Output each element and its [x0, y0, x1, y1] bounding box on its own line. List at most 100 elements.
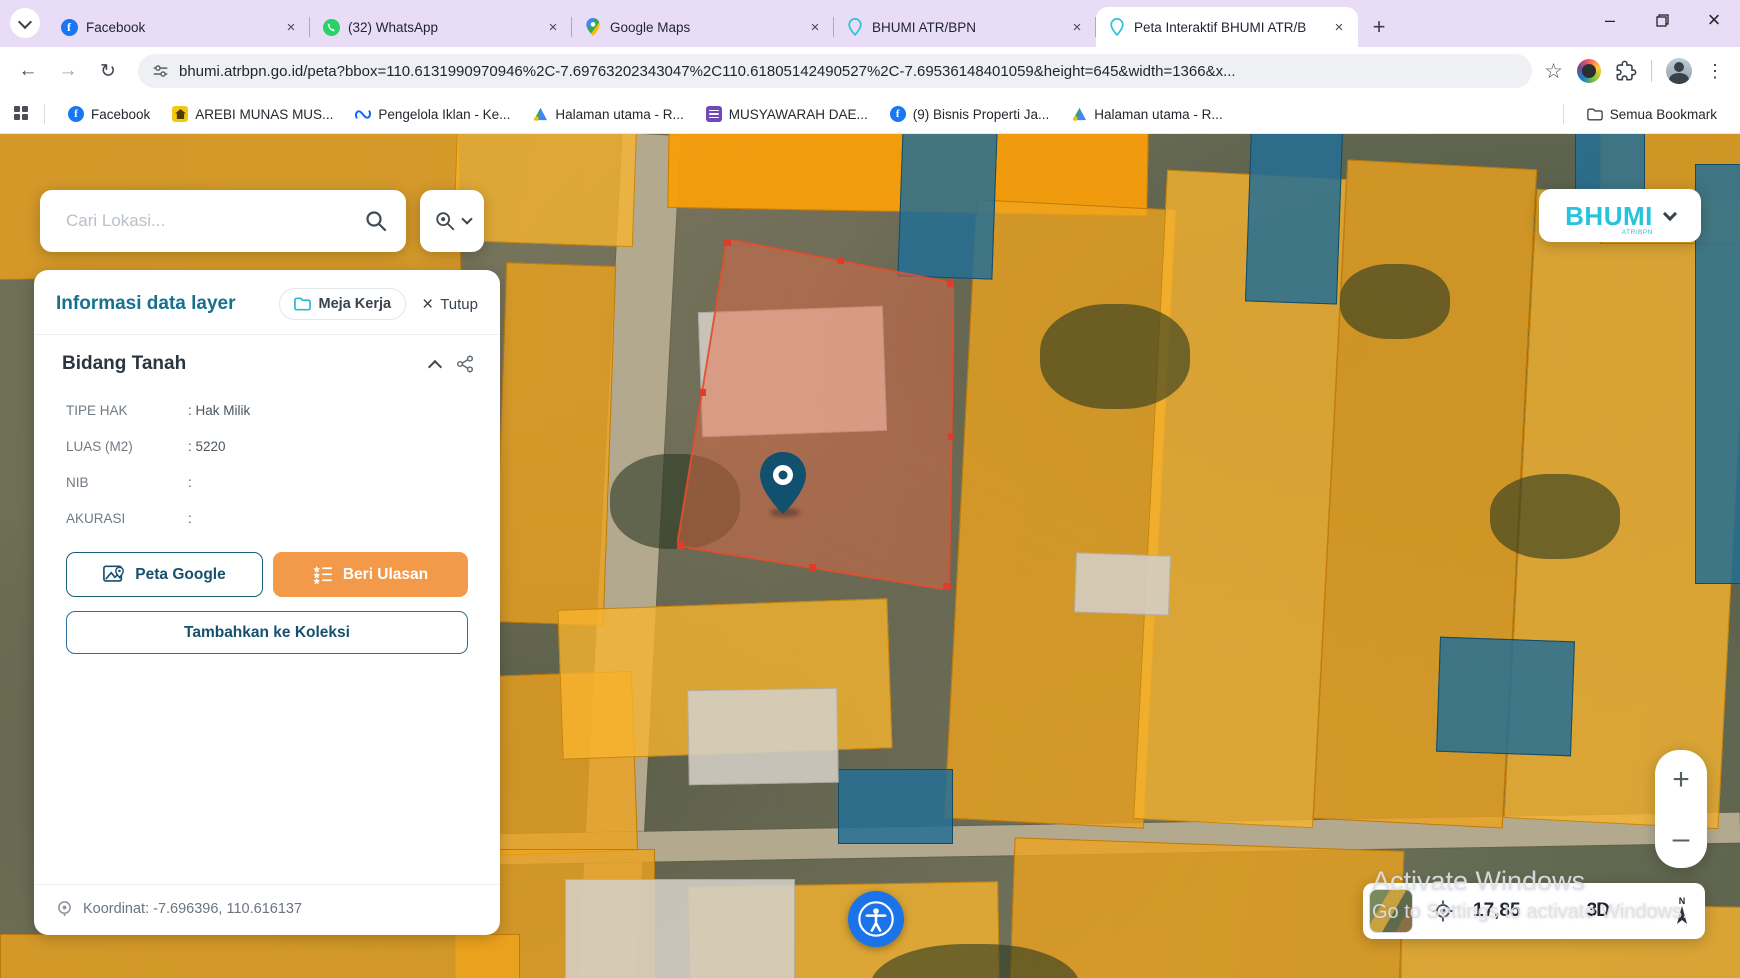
all-bookmarks-button[interactable]: Semua Bookmark: [1578, 102, 1726, 126]
map-parcel-orange[interactable]: [494, 262, 616, 626]
bookmark-facebook[interactable]: f Facebook: [59, 102, 159, 126]
coordinate-readout: Koordinat: -7.696396, 110.616137: [34, 885, 500, 935]
restore-button[interactable]: [1636, 0, 1688, 40]
bookmark-star-icon[interactable]: ☆: [1544, 59, 1563, 84]
bhumi-pin-icon: [846, 18, 864, 36]
bookmark-label: (9) Bisnis Properti Ja...: [913, 107, 1050, 122]
tutup-close-button[interactable]: × Tutup: [416, 295, 478, 314]
basemap-thumbnail[interactable]: [1369, 889, 1413, 933]
bookmark-pengelola-iklan[interactable]: Pengelola Iklan - Ke...: [346, 102, 519, 126]
bookmark-bisnis-properti[interactable]: f (9) Bisnis Properti Ja...: [881, 102, 1059, 126]
whatsapp-icon: [322, 18, 340, 36]
extensions-puzzle-icon[interactable]: [1615, 60, 1637, 82]
tab-label: Google Maps: [610, 20, 798, 35]
folder-icon: [1587, 106, 1603, 122]
tambah-koleksi-label: Tambahkan ke Koleksi: [184, 624, 350, 641]
map-parcel-orange[interactable]: [1006, 837, 1405, 978]
close-icon[interactable]: ×: [282, 18, 300, 36]
info-data-layer-panel: Informasi data layer Meja Kerja × Tutup …: [34, 270, 500, 935]
field-value: :: [188, 475, 192, 490]
facebook-icon: f: [68, 106, 84, 122]
zoom-in-button[interactable]: +: [1655, 750, 1707, 809]
close-window-button[interactable]: ×: [1688, 0, 1740, 40]
bookmark-musyawarah[interactable]: MUSYAWARAH DAE...: [697, 102, 877, 126]
tutup-label: Tutup: [440, 296, 478, 313]
tab-peta-interaktif-active[interactable]: Peta Interaktif BHUMI ATR/B ×: [1096, 7, 1358, 47]
tab-label: (32) WhatsApp: [348, 20, 536, 35]
close-icon[interactable]: ×: [1068, 18, 1086, 36]
map-parcel-blue[interactable]: [1245, 134, 1343, 305]
accessibility-person-icon: [856, 899, 896, 939]
map-building: [687, 688, 839, 786]
tab-google-maps[interactable]: Google Maps ×: [572, 7, 834, 47]
bhumi-logo-subtext: ATR/BPN: [1622, 230, 1653, 237]
browser-toolbar: ← → ↻ bhumi.atrbpn.go.id/peta?bbox=110.6…: [0, 47, 1740, 95]
address-bar[interactable]: bhumi.atrbpn.go.id/peta?bbox=110.6131990…: [138, 54, 1532, 88]
accessibility-button[interactable]: [848, 891, 904, 947]
forward-button[interactable]: →: [50, 53, 86, 89]
peta-google-button[interactable]: Peta Google: [66, 552, 263, 597]
zoom-out-button[interactable]: –: [1655, 809, 1707, 868]
tab-facebook[interactable]: f Facebook ×: [48, 7, 310, 47]
bhumi-pin-icon: [1108, 18, 1126, 36]
bookmark-halaman-utama-2[interactable]: Halaman utama - R...: [1062, 102, 1231, 126]
map-parcel-blue[interactable]: [1436, 637, 1575, 757]
extension-lens-icon[interactable]: [1577, 59, 1601, 83]
profile-avatar[interactable]: [1666, 58, 1692, 84]
tambahkan-ke-koleksi-button[interactable]: Tambahkan ke Koleksi: [66, 611, 468, 654]
facebook-icon: f: [60, 18, 78, 36]
collapse-chevron-icon[interactable]: [428, 359, 442, 373]
folder-icon: [294, 297, 311, 311]
map-vegetation: [1340, 264, 1450, 339]
tab-bar: f Facebook × (32) WhatsApp × Google Maps…: [0, 0, 1740, 47]
map-parcel-blue[interactable]: [838, 769, 953, 844]
google-maps-icon: [584, 18, 602, 36]
toolbar-right-icons: ☆ ⋮: [1544, 58, 1730, 84]
field-value: :: [188, 511, 192, 526]
window-controls: – ×: [1584, 0, 1740, 40]
chevron-down-icon[interactable]: [1663, 206, 1677, 220]
map-canvas[interactable]: Informasi data layer Meja Kerja × Tutup …: [0, 134, 1740, 978]
map-parcel-blue[interactable]: [1695, 164, 1740, 584]
bookmark-arebi[interactable]: AREBI MUNAS MUS...: [163, 102, 342, 126]
back-button[interactable]: ←: [10, 53, 46, 89]
advanced-search-button[interactable]: [420, 190, 484, 252]
locate-icon[interactable]: [1431, 899, 1455, 923]
chevron-down-icon: [18, 14, 32, 28]
search-input[interactable]: [66, 211, 364, 231]
map-parcel-orange[interactable]: [0, 934, 520, 978]
divider: [1563, 104, 1564, 124]
menu-icon[interactable]: ⋮: [1706, 61, 1724, 82]
close-icon[interactable]: ×: [806, 18, 824, 36]
beri-ulasan-label: Beri Ulasan: [343, 566, 428, 584]
map-image-icon: [103, 565, 125, 585]
tab-search-button[interactable]: [10, 8, 40, 38]
meta-infinity-icon: [355, 106, 371, 122]
apps-grid-icon[interactable]: [14, 106, 30, 122]
beri-ulasan-button[interactable]: Beri Ulasan: [273, 552, 468, 597]
field-label: AKURASI: [66, 511, 188, 526]
tab-bhumi[interactable]: BHUMI ATR/BPN ×: [834, 7, 1096, 47]
browser-window: f Facebook × (32) WhatsApp × Google Maps…: [0, 0, 1740, 978]
threed-toggle[interactable]: 3D: [1587, 900, 1609, 922]
new-tab-button[interactable]: +: [1364, 12, 1394, 42]
meja-kerja-button[interactable]: Meja Kerja: [279, 288, 407, 320]
location-search-box[interactable]: [40, 190, 406, 252]
minimize-button[interactable]: –: [1584, 0, 1636, 40]
panel-title: Informasi data layer: [56, 293, 269, 315]
map-marker-pin[interactable]: [760, 452, 806, 514]
field-label: TIPE HAK: [66, 403, 188, 418]
selected-parcel[interactable]: [677, 239, 954, 590]
reload-button[interactable]: ↻: [90, 53, 126, 89]
share-icon[interactable]: [456, 355, 474, 373]
search-icon[interactable]: [364, 209, 388, 233]
field-value: : Hak Milik: [188, 403, 250, 418]
close-icon[interactable]: ×: [544, 18, 562, 36]
compass-control[interactable]: N: [1675, 897, 1689, 926]
tab-whatsapp[interactable]: (32) WhatsApp ×: [310, 7, 572, 47]
parcel-fields: TIPE HAK : Hak Milik LUAS (M2) : 5220 NI…: [34, 381, 500, 526]
close-icon[interactable]: ×: [1330, 18, 1348, 36]
bhumi-logo-card[interactable]: BHUMI ATR/BPN: [1539, 189, 1701, 242]
site-settings-icon[interactable]: [152, 63, 169, 80]
bookmark-halaman-utama-1[interactable]: Halaman utama - R...: [523, 102, 692, 126]
